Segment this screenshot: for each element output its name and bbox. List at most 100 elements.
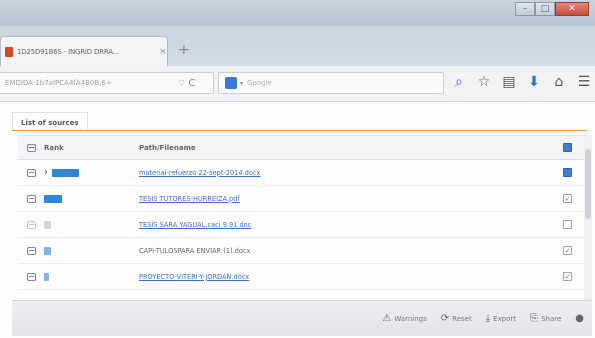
url-bar[interactable]: EMDIDA-1b7aIPCA4fA4B0B,6+ ▽ C (0, 72, 214, 94)
tab-list-of-sources[interactable]: List of sources (12, 112, 88, 132)
rank-cell (44, 220, 139, 229)
table-scrollbar[interactable] (584, 135, 592, 300)
export-icon: ⤓ (485, 313, 491, 324)
warning-icon: ⚠ (382, 313, 392, 324)
warnings-label: Warnings (394, 314, 427, 323)
header-rank[interactable]: Rank (44, 144, 139, 152)
browser-tab[interactable]: 1D25D91B6S - INGRID DRRA... × (0, 36, 168, 66)
sources-table: Rank Path/Filename › material-refuerzo 22… (18, 135, 584, 300)
search-icon[interactable]: ⌕ (452, 74, 466, 90)
rank-bar (44, 246, 51, 255)
database-icon[interactable] (26, 220, 36, 229)
database-icon[interactable] (26, 272, 36, 281)
clipboard-icon[interactable]: ▤ (502, 74, 516, 90)
rank-cell (44, 246, 139, 255)
export-button[interactable]: ⤓ Export (486, 313, 516, 324)
row-checkbox[interactable]: ✓ (563, 272, 572, 281)
minimize-button[interactable]: – (515, 2, 535, 16)
footer-toolbar: ⚠ Warnings ⟳ Reset ⤓ Export ⎘ Share ● (12, 300, 592, 336)
row-icon-cell (18, 168, 44, 177)
checkbox-cell: ✓ (551, 272, 584, 281)
table-row[interactable]: TESIS SARA YAGUAL.caci 9 91 doc (18, 212, 584, 238)
download-icon[interactable]: ⬇ (527, 74, 541, 90)
tab-title: 1D25D91B6S - INGRID DRRA... (17, 47, 119, 56)
rank-cell: › (44, 167, 139, 178)
reset-label: Reset (452, 314, 472, 323)
file-link[interactable]: material-refuerzo 22-sept-2014.docx (139, 169, 260, 177)
row-checkbox[interactable]: ✓ (563, 246, 572, 255)
database-icon[interactable] (26, 194, 36, 203)
path-cell: TESIS SARA YAGUAL.caci 9 91 doc (139, 221, 551, 229)
database-icon (26, 143, 36, 152)
chevron-right-icon[interactable]: › (44, 167, 48, 178)
checkbox-cell: ✓ (551, 194, 584, 203)
path-cell: PROYECTO-VITERI-Y-JORDÁN.docx (139, 273, 551, 281)
share-icon: ⎘ (530, 313, 539, 324)
table-header: Rank Path/Filename (18, 136, 584, 160)
checkbox-cell (551, 168, 584, 177)
file-name: CAPÍ-TULOSPARA ENVIAR (1).docx (139, 246, 251, 255)
file-link[interactable]: PROYECTO-VITERI-Y-JORDÁN.docx (139, 273, 249, 281)
close-tab-icon[interactable]: × (159, 47, 167, 57)
file-link[interactable]: TESIS TUTORES-HURREIZA.pdf (139, 195, 240, 203)
search-engine-icon[interactable] (225, 77, 237, 89)
section-divider (12, 130, 587, 131)
table-row[interactable]: PROYECTO-VITERI-Y-JORDÁN.docx ✓ (18, 264, 584, 290)
help-icon: ● (575, 313, 584, 324)
star-icon[interactable]: ☆ (477, 74, 491, 90)
scrollbar-thumb[interactable] (585, 149, 591, 219)
toolbar-icons: ⌕ ☆ ▤ ⬇ ⌂ ☰ (452, 74, 591, 90)
window-controls: – □ ✕ (515, 2, 589, 16)
search-input[interactable]: Google (247, 79, 443, 87)
table-row[interactable]: TESIS TUTORES-HURREIZA.pdf ✓ (18, 186, 584, 212)
select-all-checkbox[interactable] (563, 143, 572, 152)
document-icon (5, 46, 13, 57)
table-row[interactable]: › material-refuerzo 22-sept-2014.docx (18, 160, 584, 186)
search-engine-dropdown-icon[interactable]: ▾ (240, 80, 243, 87)
row-icon-cell (18, 220, 44, 229)
new-tab-button[interactable]: + (178, 42, 190, 58)
rank-bar (44, 220, 51, 229)
help-button[interactable]: ● (575, 313, 584, 324)
reset-icon: ⟳ (440, 313, 450, 324)
url-text: EMDIDA-1b7aIPCA4fA4B0B,6+ (5, 79, 112, 87)
reload-icon[interactable]: C (188, 78, 195, 89)
warnings-button[interactable]: ⚠ Warnings (382, 313, 426, 324)
close-window-button[interactable]: ✕ (555, 2, 589, 16)
share-button[interactable]: ⎘ Share (530, 313, 561, 324)
rank-bar (44, 272, 49, 281)
path-cell: material-refuerzo 22-sept-2014.docx (139, 169, 551, 177)
navigation-bar: EMDIDA-1b7aIPCA4fA4B0B,6+ ▽ C ▾ Google ⌕… (0, 66, 595, 102)
rank-cell (44, 272, 139, 281)
export-label: Export (493, 314, 517, 323)
rank-cell (44, 194, 139, 203)
header-icon-cell (18, 143, 44, 152)
file-link[interactable]: TESIS SARA YAGUAL.caci 9 91 doc (139, 221, 251, 229)
url-dropdown-icon[interactable]: ▽ (179, 79, 184, 87)
row-checkbox[interactable]: ✓ (563, 194, 572, 203)
rank-bar (52, 168, 79, 177)
database-icon[interactable] (26, 168, 36, 177)
menu-icon[interactable]: ☰ (577, 74, 591, 90)
home-icon[interactable]: ⌂ (552, 74, 566, 90)
table-body: › material-refuerzo 22-sept-2014.docx TESI… (18, 160, 584, 290)
table-row[interactable]: CAPÍ-TULOSPARA ENVIAR (1).docx ✓ (18, 238, 584, 264)
header-path[interactable]: Path/Filename (139, 144, 551, 152)
header-select-all[interactable] (551, 143, 584, 152)
maximize-button[interactable]: □ (535, 2, 555, 16)
share-label: Share (541, 314, 562, 323)
row-icon-cell (18, 194, 44, 203)
checkbox-cell: ✓ (551, 246, 584, 255)
row-checkbox[interactable] (563, 220, 572, 229)
path-cell: CAPÍ-TULOSPARA ENVIAR (1).docx (139, 247, 551, 255)
page-content: List of sources Rank Path/Filename › mate… (0, 102, 595, 338)
rank-bar (44, 194, 62, 203)
database-icon[interactable] (26, 246, 36, 255)
reset-button[interactable]: ⟳ Reset (441, 313, 472, 324)
path-cell: TESIS TUTORES-HURREIZA.pdf (139, 195, 551, 203)
search-bar[interactable]: ▾ Google (218, 72, 444, 94)
row-icon-cell (18, 246, 44, 255)
window-titlebar: – □ ✕ (0, 0, 595, 26)
row-checkbox[interactable] (563, 168, 572, 177)
checkbox-cell (551, 220, 584, 229)
